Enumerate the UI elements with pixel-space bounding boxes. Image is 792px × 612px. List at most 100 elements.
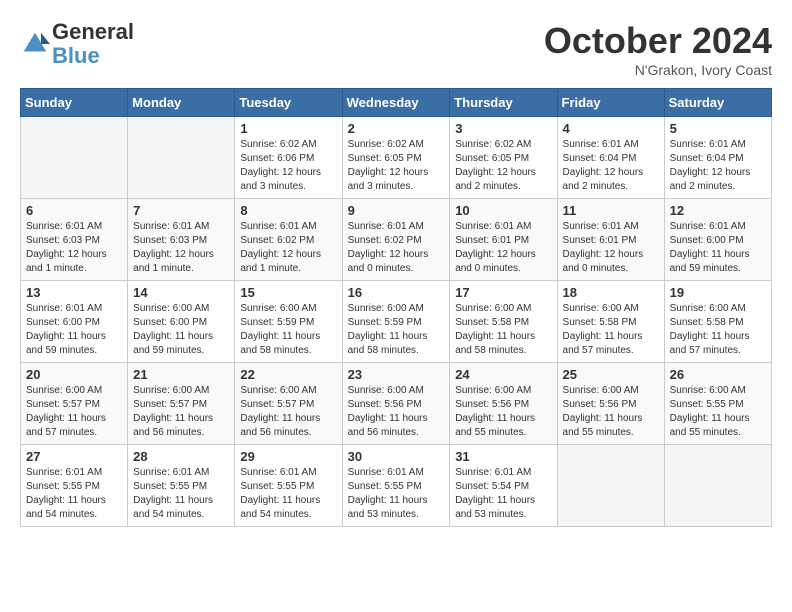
calendar-cell bbox=[21, 117, 128, 199]
location: N'Grakon, Ivory Coast bbox=[544, 62, 772, 78]
day-info: Sunrise: 6:00 AM Sunset: 5:58 PM Dayligh… bbox=[670, 302, 766, 358]
day-number: 19 bbox=[670, 285, 766, 300]
day-number: 21 bbox=[133, 367, 229, 382]
weekday-header: Friday bbox=[557, 89, 664, 117]
calendar-cell: 2Sunrise: 6:02 AM Sunset: 6:05 PM Daylig… bbox=[342, 117, 450, 199]
calendar-cell: 29 Sunrise: 6:01 AM Sunset: 5:55 PM Dayli… bbox=[235, 445, 342, 527]
day-info: Sunrise: 6:00 AM Sunset: 5:57 PM Dayligh… bbox=[240, 384, 336, 440]
day-number: 16 bbox=[348, 285, 445, 300]
calendar-cell: 27 Sunrise: 6:01 AM Sunset: 5:55 PM Dayli… bbox=[21, 445, 128, 527]
day-info: Sunrise: 6:00 AM Sunset: 5:59 PM Dayligh… bbox=[240, 302, 336, 358]
calendar-cell: 17Sunrise: 6:00 AM Sunset: 5:58 PM Dayli… bbox=[450, 281, 557, 363]
day-number: 6 bbox=[26, 203, 122, 218]
day-info: Sunrise: 6:01 AM Sunset: 5:55 PM Dayligh… bbox=[240, 466, 336, 522]
calendar-cell: 11Sunrise: 6:01 AM Sunset: 6:01 PM Dayli… bbox=[557, 199, 664, 281]
day-number: 15 bbox=[240, 285, 336, 300]
day-info: Sunrise: 6:00 AM Sunset: 5:57 PM Dayligh… bbox=[133, 384, 229, 440]
day-number: 24 bbox=[455, 367, 551, 382]
calendar-header-row: SundayMondayTuesdayWednesdayThursdayFrid… bbox=[21, 89, 772, 117]
calendar-cell: 31Sunrise: 6:01 AM Sunset: 5:54 PM Dayli… bbox=[450, 445, 557, 527]
day-info: Sunrise: 6:01 AM Sunset: 5:54 PM Dayligh… bbox=[455, 466, 551, 522]
day-info: Sunrise: 6:01 AM Sunset: 6:03 PM Dayligh… bbox=[133, 220, 229, 276]
calendar-cell bbox=[128, 117, 235, 199]
day-info: Sunrise: 6:01 AM Sunset: 6:02 PM Dayligh… bbox=[348, 220, 445, 276]
calendar-cell bbox=[557, 445, 664, 527]
day-info: Sunrise: 6:01 AM Sunset: 5:55 PM Dayligh… bbox=[133, 466, 229, 522]
day-number: 12 bbox=[670, 203, 766, 218]
calendar-cell: 26Sunrise: 6:00 AM Sunset: 5:55 PM Dayli… bbox=[664, 363, 771, 445]
day-number: 13 bbox=[26, 285, 122, 300]
calendar-cell bbox=[664, 445, 771, 527]
day-number: 25 bbox=[563, 367, 659, 382]
day-info: Sunrise: 6:01 AM Sunset: 6:00 PM Dayligh… bbox=[670, 220, 766, 276]
day-number: 30 bbox=[348, 449, 445, 464]
page-header: GeneralBlue October 2024 N'Grakon, Ivory… bbox=[20, 20, 772, 78]
day-number: 20 bbox=[26, 367, 122, 382]
day-number: 14 bbox=[133, 285, 229, 300]
calendar-cell: 6 Sunrise: 6:01 AM Sunset: 6:03 PM Daylig… bbox=[21, 199, 128, 281]
day-info: Sunrise: 6:00 AM Sunset: 5:56 PM Dayligh… bbox=[348, 384, 445, 440]
day-number: 18 bbox=[563, 285, 659, 300]
calendar-cell: 18 Sunrise: 6:00 AM Sunset: 5:58 PM Dayli… bbox=[557, 281, 664, 363]
day-info: Sunrise: 6:01 AM Sunset: 6:04 PM Dayligh… bbox=[563, 138, 659, 194]
calendar-cell: 14 Sunrise: 6:00 AM Sunset: 6:00 PM Dayli… bbox=[128, 281, 235, 363]
calendar-cell: 12 Sunrise: 6:01 AM Sunset: 6:00 PM Dayli… bbox=[664, 199, 771, 281]
calendar-cell: 19 Sunrise: 6:00 AM Sunset: 5:58 PM Dayli… bbox=[664, 281, 771, 363]
day-number: 17 bbox=[455, 285, 551, 300]
day-number: 1 bbox=[240, 121, 336, 136]
title-block: October 2024 N'Grakon, Ivory Coast bbox=[544, 20, 772, 78]
calendar-cell: 8Sunrise: 6:01 AM Sunset: 6:02 PM Daylig… bbox=[235, 199, 342, 281]
day-number: 2 bbox=[348, 121, 445, 136]
day-number: 4 bbox=[563, 121, 659, 136]
logo-text: GeneralBlue bbox=[52, 20, 134, 68]
calendar-week-row: 6 Sunrise: 6:01 AM Sunset: 6:03 PM Daylig… bbox=[21, 199, 772, 281]
day-info: Sunrise: 6:00 AM Sunset: 5:58 PM Dayligh… bbox=[563, 302, 659, 358]
day-number: 23 bbox=[348, 367, 445, 382]
calendar-cell: 16 Sunrise: 6:00 AM Sunset: 5:59 PM Dayli… bbox=[342, 281, 450, 363]
calendar-cell: 4 Sunrise: 6:01 AM Sunset: 6:04 PM Daylig… bbox=[557, 117, 664, 199]
day-number: 22 bbox=[240, 367, 336, 382]
month-title: October 2024 bbox=[544, 20, 772, 62]
day-info: Sunrise: 6:00 AM Sunset: 5:59 PM Dayligh… bbox=[348, 302, 445, 358]
calendar-week-row: 13 Sunrise: 6:01 AM Sunset: 6:00 PM Dayli… bbox=[21, 281, 772, 363]
calendar-cell: 21 Sunrise: 6:00 AM Sunset: 5:57 PM Dayli… bbox=[128, 363, 235, 445]
day-info: Sunrise: 6:01 AM Sunset: 5:55 PM Dayligh… bbox=[348, 466, 445, 522]
day-number: 7 bbox=[133, 203, 229, 218]
logo: GeneralBlue bbox=[20, 20, 134, 68]
day-number: 29 bbox=[240, 449, 336, 464]
calendar-cell: 22 Sunrise: 6:00 AM Sunset: 5:57 PM Dayli… bbox=[235, 363, 342, 445]
day-info: Sunrise: 6:00 AM Sunset: 5:57 PM Dayligh… bbox=[26, 384, 122, 440]
day-info: Sunrise: 6:01 AM Sunset: 6:04 PM Dayligh… bbox=[670, 138, 766, 194]
weekday-header: Sunday bbox=[21, 89, 128, 117]
day-number: 10 bbox=[455, 203, 551, 218]
calendar-cell: 9 Sunrise: 6:01 AM Sunset: 6:02 PM Daylig… bbox=[342, 199, 450, 281]
calendar-cell: 25Sunrise: 6:00 AM Sunset: 5:56 PM Dayli… bbox=[557, 363, 664, 445]
day-number: 3 bbox=[455, 121, 551, 136]
day-number: 27 bbox=[26, 449, 122, 464]
weekday-header: Monday bbox=[128, 89, 235, 117]
day-number: 28 bbox=[133, 449, 229, 464]
weekday-header: Wednesday bbox=[342, 89, 450, 117]
day-info: Sunrise: 6:01 AM Sunset: 6:03 PM Dayligh… bbox=[26, 220, 122, 276]
calendar-cell: 23 Sunrise: 6:00 AM Sunset: 5:56 PM Dayli… bbox=[342, 363, 450, 445]
calendar-week-row: 1Sunrise: 6:02 AM Sunset: 6:06 PM Daylig… bbox=[21, 117, 772, 199]
logo-icon bbox=[20, 29, 50, 59]
day-number: 9 bbox=[348, 203, 445, 218]
day-info: Sunrise: 6:01 AM Sunset: 6:01 PM Dayligh… bbox=[563, 220, 659, 276]
calendar-week-row: 27 Sunrise: 6:01 AM Sunset: 5:55 PM Dayli… bbox=[21, 445, 772, 527]
day-info: Sunrise: 6:01 AM Sunset: 6:01 PM Dayligh… bbox=[455, 220, 551, 276]
weekday-header: Saturday bbox=[664, 89, 771, 117]
calendar-cell: 24Sunrise: 6:00 AM Sunset: 5:56 PM Dayli… bbox=[450, 363, 557, 445]
weekday-header: Thursday bbox=[450, 89, 557, 117]
day-info: Sunrise: 6:01 AM Sunset: 5:55 PM Dayligh… bbox=[26, 466, 122, 522]
calendar-cell: 13 Sunrise: 6:01 AM Sunset: 6:00 PM Dayli… bbox=[21, 281, 128, 363]
day-info: Sunrise: 6:00 AM Sunset: 6:00 PM Dayligh… bbox=[133, 302, 229, 358]
weekday-header: Tuesday bbox=[235, 89, 342, 117]
calendar-cell: 10 Sunrise: 6:01 AM Sunset: 6:01 PM Dayli… bbox=[450, 199, 557, 281]
day-info: Sunrise: 6:01 AM Sunset: 6:00 PM Dayligh… bbox=[26, 302, 122, 358]
calendar-cell: 7 Sunrise: 6:01 AM Sunset: 6:03 PM Daylig… bbox=[128, 199, 235, 281]
calendar-cell: 5 Sunrise: 6:01 AM Sunset: 6:04 PM Daylig… bbox=[664, 117, 771, 199]
day-info: Sunrise: 6:01 AM Sunset: 6:02 PM Dayligh… bbox=[240, 220, 336, 276]
day-number: 5 bbox=[670, 121, 766, 136]
calendar-week-row: 20 Sunrise: 6:00 AM Sunset: 5:57 PM Dayli… bbox=[21, 363, 772, 445]
